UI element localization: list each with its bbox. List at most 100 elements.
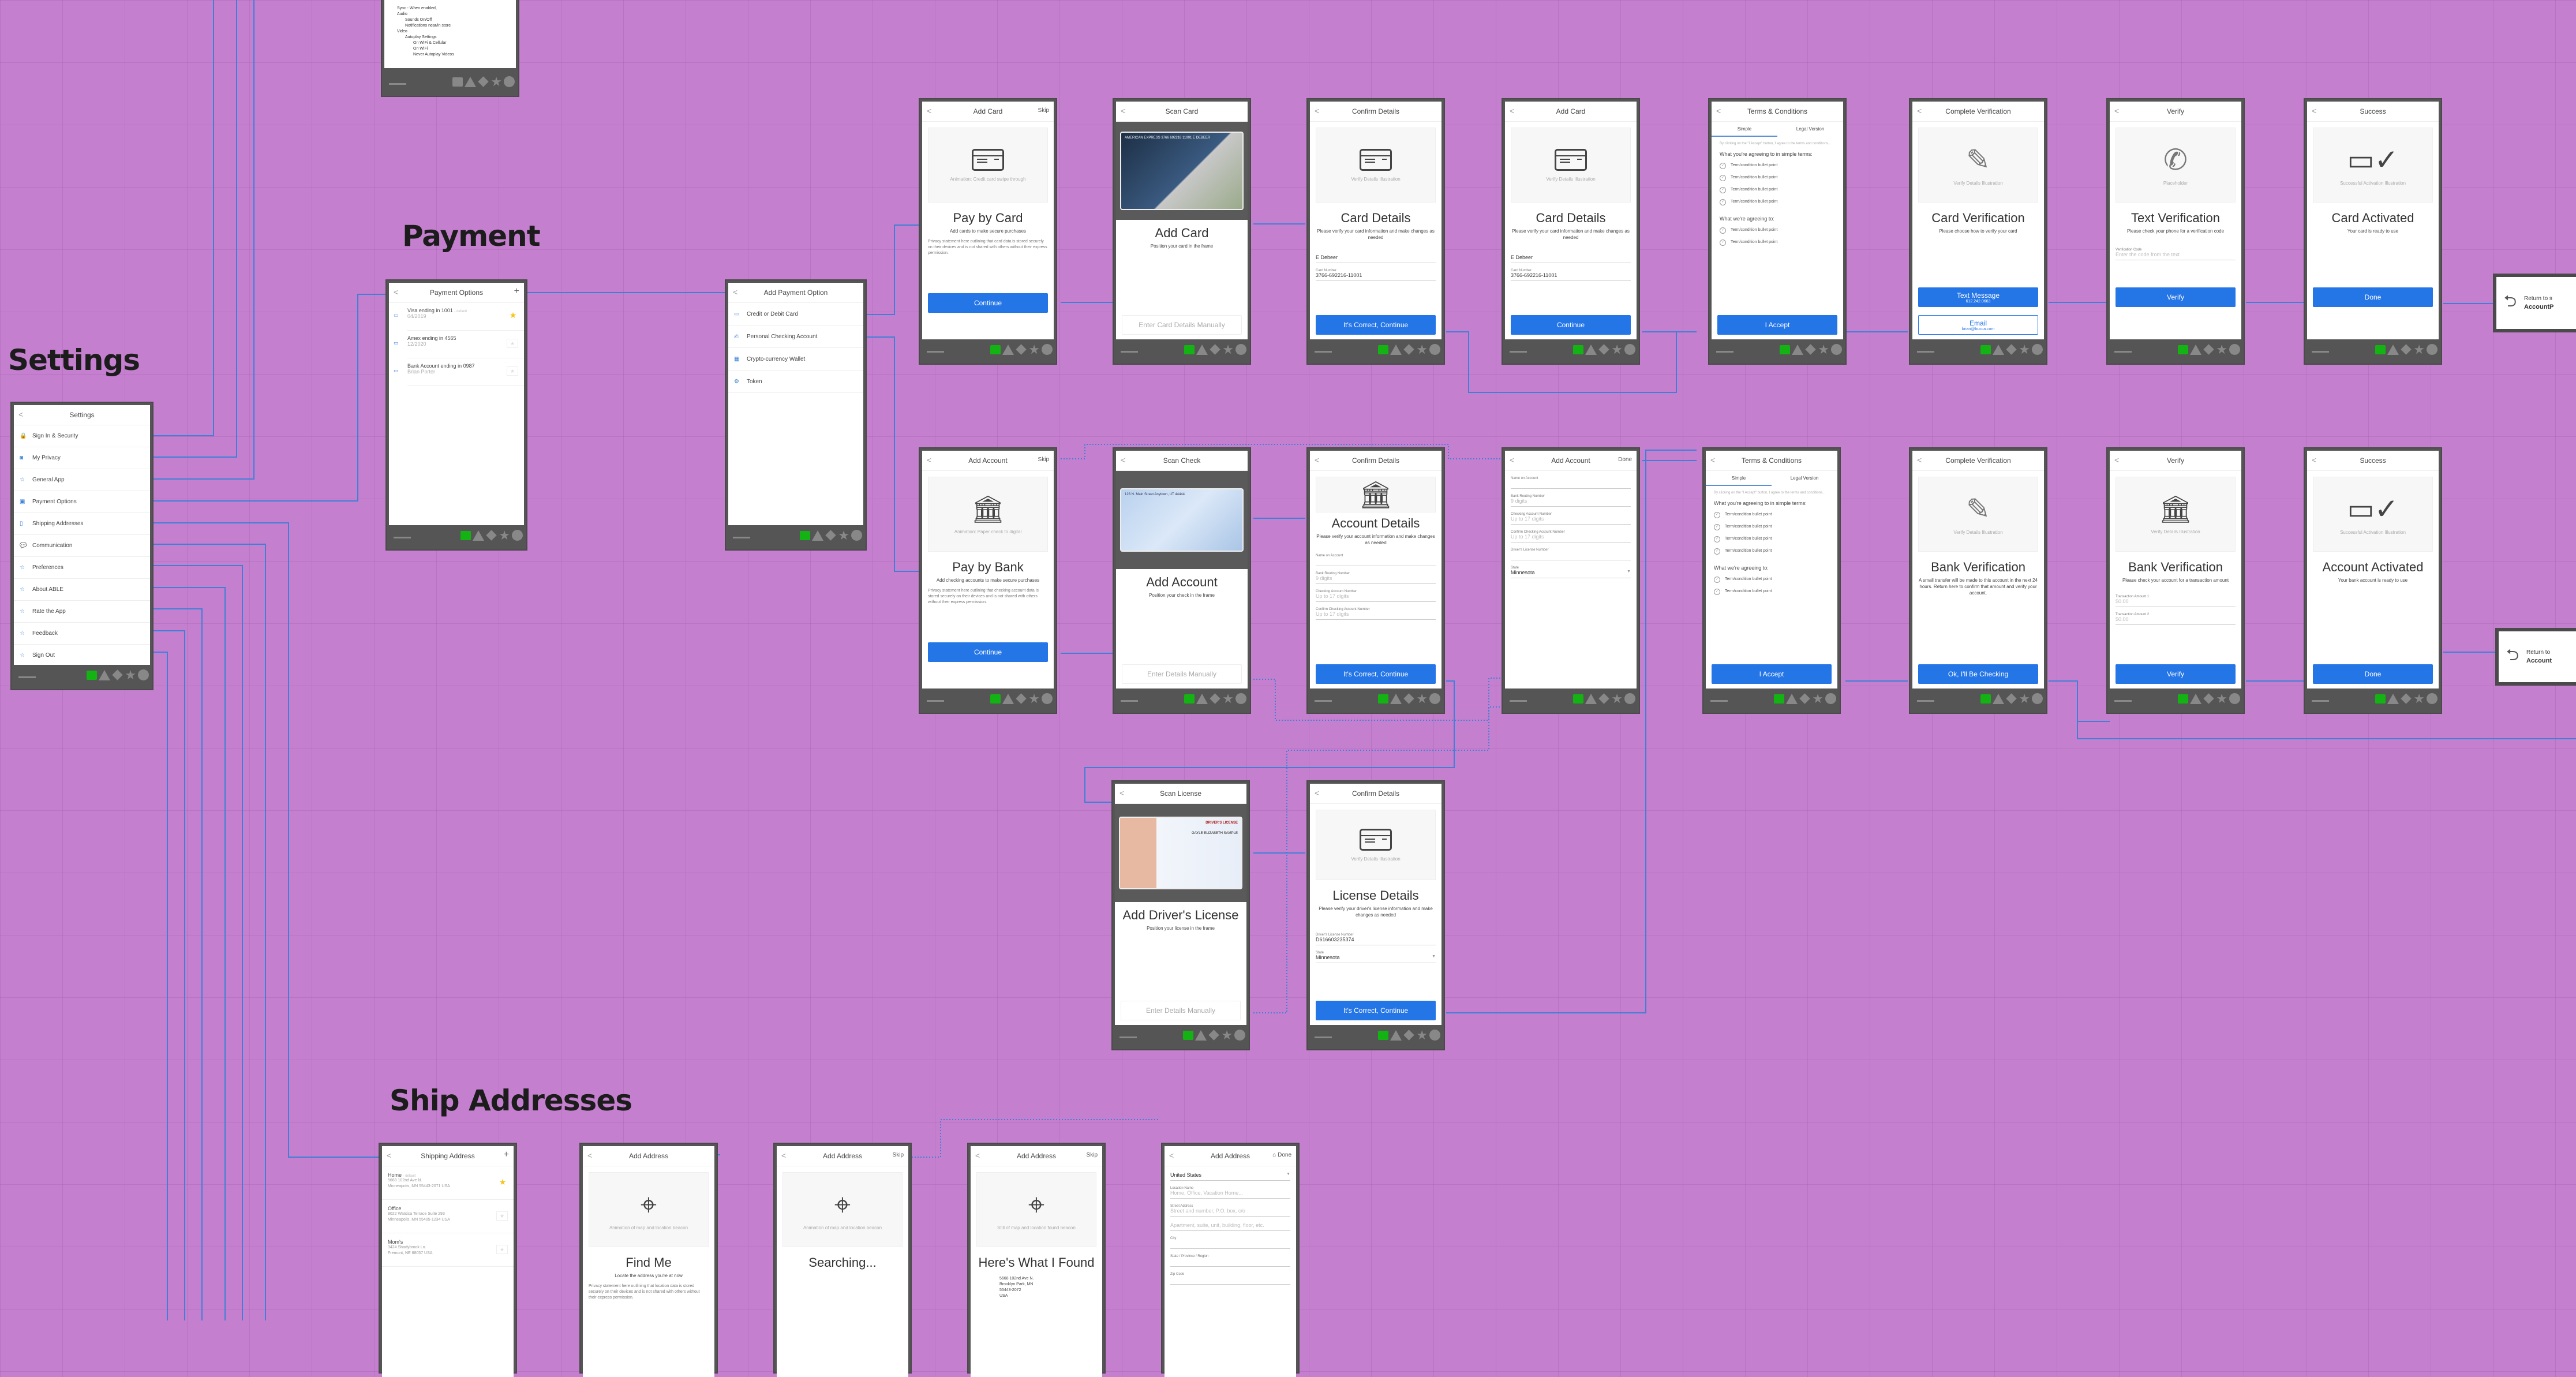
state-select[interactable]: State Minnesota ▼ [1316, 951, 1436, 963]
ok-checking-button[interactable]: Ok, I'll Be Checking [1918, 664, 2038, 684]
card-number-field[interactable]: Card Number 3766-692216-11001 [1316, 269, 1436, 281]
comment-icon[interactable] [1184, 694, 1195, 704]
back-icon[interactable]: < [1119, 788, 1124, 798]
settings-item[interactable]: ◙ My Privacy [14, 447, 150, 469]
back-icon[interactable]: < [927, 106, 931, 115]
settings-item[interactable]: 💬 Communication [14, 535, 150, 557]
cardholder-name-field[interactable]: E Debeer [1316, 255, 1436, 263]
back-icon[interactable]: < [1121, 455, 1125, 465]
form-field[interactable]: Confirm Checking Account Number Up to 17 … [1316, 608, 1436, 620]
accept-button[interactable]: I Accept [1717, 315, 1837, 335]
form-field[interactable]: Bank Routing Number 9 digits [1316, 572, 1436, 584]
back-icon[interactable]: < [733, 287, 737, 297]
back-icon[interactable]: < [1169, 1151, 1174, 1160]
form-field[interactable]: Confirm Checking Account Number Up to 17 … [1511, 530, 1631, 542]
address-row[interactable]: Home - default 5668 102nd Ave N. Minneapol… [382, 1166, 514, 1200]
text-message-button[interactable]: Text Message 612.242.0663 [1918, 287, 2038, 307]
default-star-icon[interactable]: ★ [508, 311, 518, 319]
back-icon[interactable]: < [394, 287, 398, 297]
license-number-field[interactable]: Driver's License Number D616603235374 [1316, 933, 1436, 945]
settings-item[interactable]: ▣ Payment Options [14, 491, 150, 513]
settings-item[interactable]: ☆ Rate the App [14, 601, 150, 623]
add-icon[interactable]: + [514, 286, 519, 297]
verify-button[interactable]: Verify [2116, 664, 2236, 684]
back-icon[interactable]: < [1917, 106, 1922, 115]
accept-button[interactable]: I Accept [1712, 664, 1832, 684]
back-icon[interactable]: < [1121, 106, 1125, 115]
payment-method-row[interactable]: ▭ Amex ending in 4565 12/2020 ★ [394, 331, 524, 358]
default-star-icon[interactable]: ★ [507, 339, 518, 348]
payment-type-option[interactable]: ⚙ Token [728, 371, 863, 393]
back-icon[interactable]: < [1510, 455, 1514, 465]
comment-icon[interactable] [1378, 345, 1389, 354]
comment-icon[interactable] [452, 77, 463, 87]
comment-icon[interactable] [87, 670, 98, 680]
back-icon[interactable]: < [2114, 106, 2119, 115]
form-field[interactable]: State / Province / Region [1170, 1255, 1290, 1267]
tab-simple[interactable]: Simple [1706, 471, 1772, 486]
back-icon[interactable]: < [1716, 106, 1721, 115]
comment-icon[interactable] [990, 345, 1001, 354]
back-icon[interactable]: < [1510, 106, 1514, 115]
payment-type-option[interactable]: ✍ Personal Checking Account [728, 325, 863, 348]
form-field[interactable]: Driver's License Number [1511, 548, 1631, 560]
done-button[interactable]: Done [2313, 287, 2433, 307]
country-select[interactable]: United States ▼ [1170, 1172, 1290, 1181]
back-icon[interactable]: < [2312, 455, 2316, 465]
default-star-icon[interactable]: ★ [496, 1211, 508, 1221]
continue-button[interactable]: Continue [928, 293, 1048, 313]
transaction-amount-2-field[interactable]: Transaction Amount 2 $0.00 [2116, 613, 2236, 625]
add-icon[interactable]: + [504, 1150, 509, 1160]
tab-simple[interactable]: Simple [1712, 122, 1777, 137]
skip-link[interactable]: Skip [893, 1152, 904, 1158]
payment-method-row[interactable]: ▭ Bank Account ending in 0987 Brian Porte… [394, 358, 524, 386]
form-field[interactable]: Apartment, suite, unit, building, floor,… [1170, 1222, 1290, 1231]
skip-link[interactable]: Skip [1038, 456, 1049, 463]
enter-manually-button[interactable]: Enter Details Manually [1122, 664, 1242, 684]
settings-item[interactable]: ☆ Preferences [14, 557, 150, 579]
back-icon[interactable]: < [1917, 455, 1922, 465]
form-field[interactable]: Bank Routing Number 9 digits [1511, 495, 1631, 507]
done-button[interactable]: Done [2313, 664, 2433, 684]
correct-continue-button[interactable]: It's Correct, Continue [1316, 1001, 1436, 1020]
back-icon[interactable]: < [927, 455, 931, 465]
comment-icon[interactable] [1980, 345, 1991, 354]
form-field[interactable]: Checking Account Number Up to 17 digits [1511, 512, 1631, 525]
form-field[interactable]: Checking Account Number Up to 17 digits [1316, 590, 1436, 602]
tab-legal-version[interactable]: Legal Version [1777, 122, 1843, 137]
tab-legal-version[interactable]: Legal Version [1772, 471, 1837, 486]
settings-item[interactable]: ▯ Shipping Addresses [14, 513, 150, 535]
form-field[interactable]: State Minnesota ▼ [1511, 566, 1631, 578]
cardholder-name-field[interactable]: E Debeer [1511, 255, 1631, 263]
comment-icon[interactable] [1378, 694, 1389, 704]
comment-icon[interactable] [2375, 345, 2386, 354]
card-number-field[interactable]: Card Number 3766-692216-11001 [1511, 269, 1631, 281]
comment-icon[interactable] [990, 694, 1001, 704]
comment-icon[interactable] [1183, 1030, 1194, 1040]
form-field[interactable]: Name on Account [1511, 477, 1631, 489]
back-icon[interactable]: < [2114, 455, 2119, 465]
default-star-icon[interactable]: ★ [496, 1245, 508, 1254]
payment-type-option[interactable]: ▭ Credit or Debit Card [728, 303, 863, 325]
settings-item[interactable]: ☆ About ABLE [14, 579, 150, 601]
back-icon[interactable]: < [975, 1151, 980, 1160]
form-field[interactable]: Name on Account [1316, 554, 1436, 566]
done-link[interactable]: ⌂ Done [1272, 1152, 1291, 1158]
back-icon[interactable]: < [1315, 106, 1319, 115]
return-note-card[interactable]: ⮌ Return to s AccountP [2493, 274, 2576, 332]
enter-manually-button[interactable]: Enter Details Manually [1121, 1001, 1241, 1020]
comment-icon[interactable] [2178, 345, 2189, 354]
form-field[interactable]: City [1170, 1237, 1290, 1249]
form-field[interactable]: Street Address Street and number, P.O. bo… [1170, 1204, 1290, 1217]
comment-icon[interactable] [1780, 345, 1791, 354]
continue-button[interactable]: Continue [928, 642, 1048, 662]
comment-icon[interactable] [800, 530, 811, 540]
email-button[interactable]: Email brian@bucca.com [1918, 315, 2038, 335]
comment-icon[interactable] [1184, 345, 1195, 354]
comment-icon[interactable] [1774, 694, 1785, 704]
comment-icon[interactable] [2375, 694, 2386, 704]
back-icon[interactable]: < [18, 410, 23, 419]
address-row[interactable]: Office 9022 Watsica Terrace Suite 293 Min… [382, 1200, 514, 1233]
default-star-icon[interactable]: ★ [507, 366, 518, 376]
verify-button[interactable]: Verify [2116, 287, 2236, 307]
